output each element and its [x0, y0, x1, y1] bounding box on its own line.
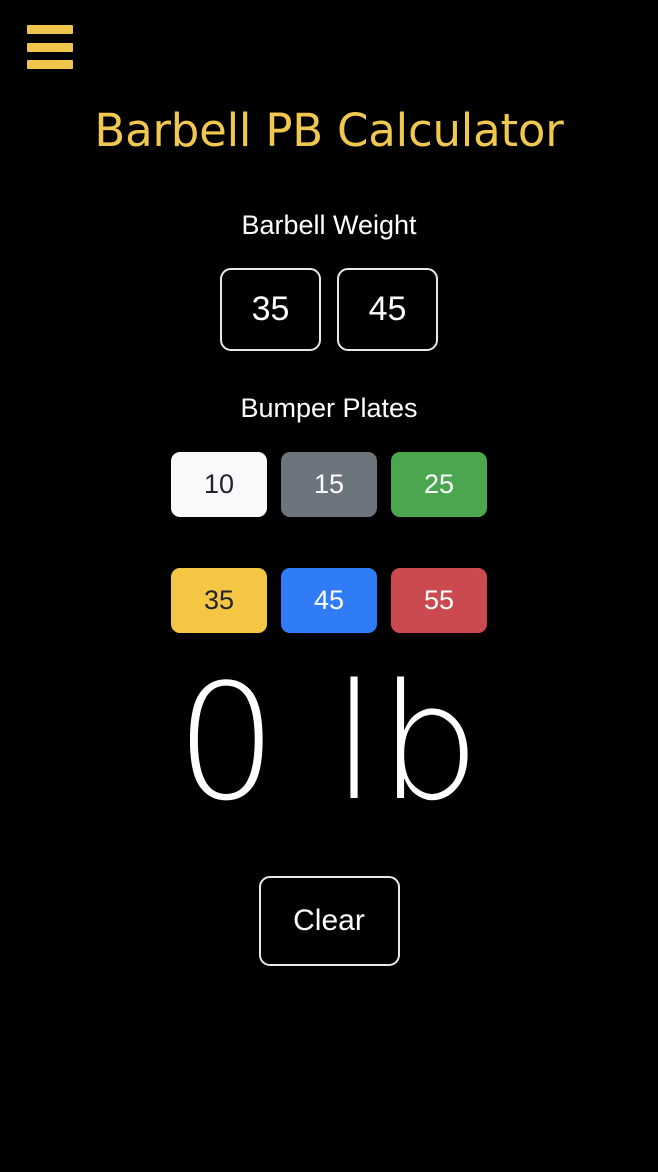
total-weight-display: 0 lb — [175, 649, 483, 836]
bumper-plates-label: Bumper Plates — [240, 393, 418, 423]
hamburger-bar-2 — [27, 42, 73, 52]
bumper-plate-button-15[interactable]: 15 — [281, 452, 377, 517]
hamburger-menu-icon[interactable] — [27, 25, 73, 69]
bumper-plate-button-35[interactable]: 35 — [171, 568, 267, 633]
barbell-weight-label: Barbell Weight — [241, 210, 417, 240]
page-title: Barbell PB Calculator — [94, 104, 564, 157]
hamburger-bar-1 — [27, 25, 73, 34]
bumper-plate-button-55[interactable]: 55 — [391, 568, 487, 633]
barbell-weight-option-35[interactable]: 35 — [220, 268, 321, 351]
clear-button[interactable]: Clear — [258, 876, 400, 966]
bumper-plate-row-1: 10 15 25 — [0, 452, 658, 517]
bumper-plate-button-45[interactable]: 45 — [281, 568, 377, 633]
barbell-weight-option-45[interactable]: 45 — [337, 268, 438, 351]
barbell-weight-options: 35 45 — [0, 268, 658, 351]
bumper-plate-button-10[interactable]: 10 — [171, 452, 267, 517]
hamburger-bar-3 — [27, 60, 73, 69]
app-root: Barbell PB Calculator Barbell Weight 35 … — [0, 0, 658, 1172]
bumper-plate-button-25[interactable]: 25 — [391, 452, 487, 517]
clear-button-container: Clear — [0, 876, 658, 966]
bumper-plate-row-2: 35 45 55 — [0, 568, 658, 633]
